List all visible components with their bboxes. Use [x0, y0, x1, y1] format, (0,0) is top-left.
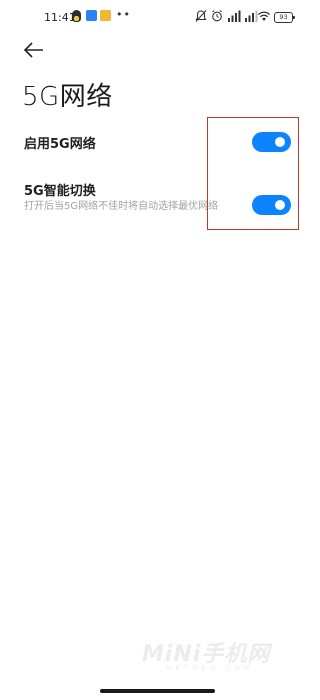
signal-icon: [228, 10, 241, 22]
setting-label: 5G智能切换: [24, 184, 96, 199]
back-arrow-icon[interactable]: [22, 40, 46, 60]
page-title: 5G网络: [22, 82, 113, 112]
highlight-box: [207, 117, 299, 230]
signal-icon: [245, 10, 258, 22]
wifi-icon: [257, 11, 271, 21]
app-icon: [86, 10, 97, 21]
home-indicator[interactable]: [100, 689, 215, 693]
more-icon: ••: [116, 8, 131, 21]
status-time: 11:41: [44, 11, 76, 24]
qq-icon: [72, 10, 81, 22]
mute-icon: [195, 10, 207, 22]
watermark-subtext: NETOEO.COM: [166, 664, 254, 672]
battery-indicator: 93: [274, 12, 295, 23]
status-bar: 11:41 •• 93: [0, 0, 315, 34]
setting-label: 启用5G网络: [24, 137, 96, 152]
watermark: MiNi手机网 NETOEO.COM: [142, 636, 312, 674]
alarm-icon: [212, 10, 222, 22]
notes-app-icon: [100, 10, 111, 21]
